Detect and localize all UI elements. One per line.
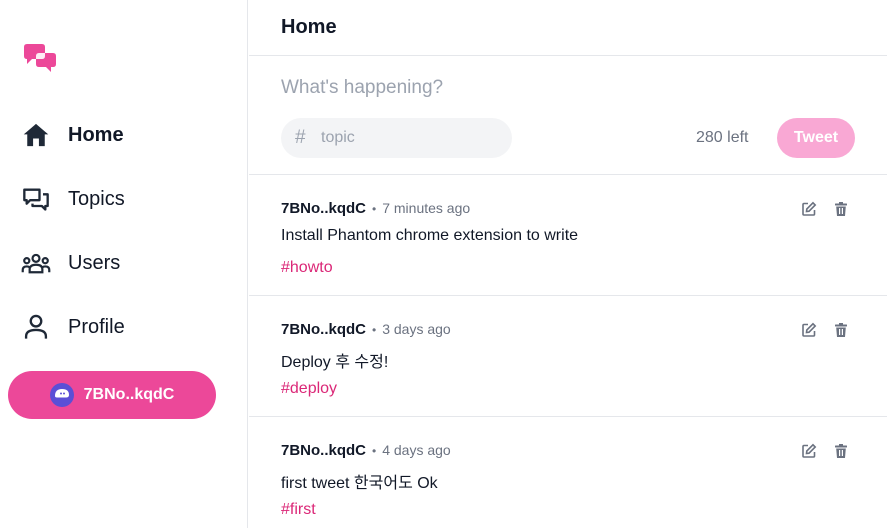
tweet-topic-link[interactable]: #first [281, 501, 316, 519]
trash-icon[interactable] [831, 441, 851, 461]
tweet-item: 7BNo..kqdC • 7 minutes ago Install Phant… [249, 175, 887, 296]
tweet-content: first tweet 한국어도 Ok [281, 475, 438, 492]
tweet-topic-link[interactable]: #howto [281, 259, 333, 277]
tweet-topic-link[interactable]: #deploy [281, 380, 337, 398]
sidebar-item-home[interactable]: Home [20, 115, 124, 155]
tweet-author[interactable]: 7BNo..kqdC [281, 321, 366, 338]
tweet-author[interactable]: 7BNo..kqdC [281, 200, 366, 217]
hashtag-icon: # [295, 127, 306, 148]
home-icon [20, 119, 52, 151]
separator-dot: • [372, 202, 377, 216]
page-title: Home [281, 16, 337, 38]
tweet-content: Install Phantom chrome extension to writ… [281, 227, 579, 244]
logo-chat-icon[interactable] [22, 43, 58, 77]
tweet-item: 7BNo..kqdC • 3 days ago Deploy 후 수정! #de… [249, 296, 887, 417]
main-feed: Home # 280 left Tweet 7BNo..kqdC • 7 min… [249, 0, 887, 528]
tweet-composer: # 280 left Tweet [249, 56, 887, 175]
edit-icon[interactable] [799, 441, 819, 461]
sidebar-item-label: Topics [68, 187, 125, 210]
topic-field[interactable]: # [281, 118, 512, 158]
tweet-author[interactable]: 7BNo..kqdC [281, 442, 366, 459]
sidebar-item-label: Profile [68, 315, 125, 338]
edit-icon[interactable] [799, 320, 819, 340]
chat-bubbles-icon [20, 183, 52, 215]
separator-dot: • [372, 444, 377, 458]
trash-icon[interactable] [831, 199, 851, 219]
sidebar-item-topics[interactable]: Topics [20, 179, 125, 219]
separator-dot: • [372, 323, 377, 337]
users-icon [20, 247, 52, 279]
sidebar-item-label: Users [68, 251, 121, 274]
topic-input[interactable] [321, 129, 491, 147]
user-icon [20, 311, 52, 343]
tweet-input[interactable] [281, 74, 851, 102]
tweet-time: 3 days ago [382, 321, 451, 337]
sidebar-item-label: Home [68, 123, 124, 146]
wallet-button[interactable]: 7BNo..kqdC [8, 371, 216, 419]
edit-icon[interactable] [799, 199, 819, 219]
tweet-button[interactable]: Tweet [777, 118, 855, 158]
trash-icon[interactable] [831, 320, 851, 340]
sidebar-item-users[interactable]: Users [20, 243, 120, 283]
sidebar-item-profile[interactable]: Profile [20, 307, 125, 347]
phantom-ghost-icon [49, 383, 74, 407]
sidebar: Home Topics Users Profile 7BNo..kqdC [0, 0, 248, 528]
tweet-time: 4 days ago [382, 442, 451, 458]
tweet-time: 7 minutes ago [382, 200, 471, 216]
tweet-item: 7BNo..kqdC • 4 days ago first tweet 한국어도… [249, 417, 887, 528]
wallet-address: 7BNo..kqdC [83, 386, 175, 403]
main-header: Home [249, 0, 887, 56]
tweet-content: Deploy 후 수정! [281, 354, 389, 371]
characters-left: 280 left [696, 129, 749, 146]
